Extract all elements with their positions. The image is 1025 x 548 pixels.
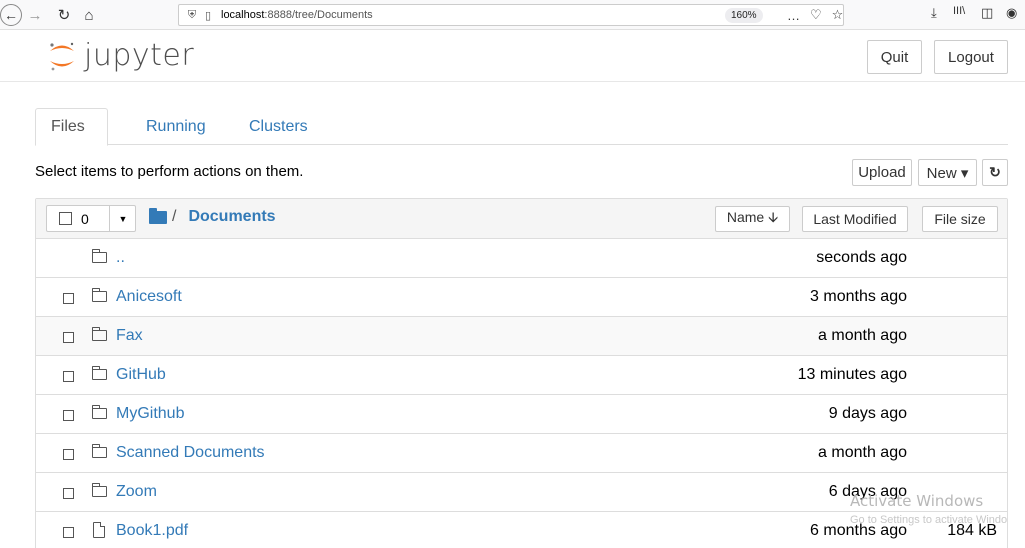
instructions-text: Select items to perform actions on them. <box>35 163 304 180</box>
folder-icon <box>92 444 107 458</box>
sort-by-name-button[interactable]: Name 🡫 <box>715 206 790 232</box>
item-modified: a month ago <box>818 327 907 344</box>
breadcrumb-separator: / <box>172 208 177 225</box>
selected-count: 0 <box>81 210 89 227</box>
zoom-level-badge[interactable]: 160% <box>725 8 763 23</box>
item-checkbox[interactable] <box>63 410 74 421</box>
sort-by-modified-button[interactable]: Last Modified <box>802 206 908 232</box>
sort-by-size-button[interactable]: File size <box>922 206 998 232</box>
item-modified: 13 minutes ago <box>797 366 907 383</box>
file-list-header: 0 ▼ / Documents Name 🡫 Last Modified Fil… <box>36 199 1007 239</box>
list-item[interactable]: Scanned Documents a month ago <box>36 434 1007 473</box>
downloads-icon[interactable]: ⤓ <box>931 5 937 21</box>
item-name-link[interactable]: Zoom <box>116 483 157 501</box>
list-item[interactable]: .. seconds ago <box>36 239 1007 278</box>
select-all-group: 0 ▼ <box>46 205 136 232</box>
folder-icon <box>92 483 107 497</box>
select-all-checkbox[interactable] <box>59 212 72 225</box>
library-icon[interactable]: III\ <box>953 5 965 17</box>
jupyter-logo[interactable]: jupyter <box>48 38 194 73</box>
folder-icon <box>92 366 107 380</box>
tab-files[interactable]: Files <box>35 108 108 146</box>
refresh-icon[interactable]: ↻ <box>982 159 1008 186</box>
folder-icon <box>92 405 107 419</box>
activate-windows-subtitle: Go to Settings to activate Windo <box>850 514 1008 526</box>
item-checkbox[interactable] <box>63 488 74 499</box>
item-name-link[interactable]: Scanned Documents <box>116 444 265 462</box>
item-checkbox[interactable] <box>63 332 74 343</box>
browser-toolbar: ← → ↻ ⌂ ⛨ ▯ localhost:8888/tree/Document… <box>0 0 1025 30</box>
tracking-shield-icon[interactable]: ⛨ <box>183 9 201 22</box>
breadcrumb: / Documents <box>149 207 276 226</box>
item-name-link[interactable]: Book1.pdf <box>116 522 188 540</box>
item-modified: 9 days ago <box>828 405 907 422</box>
address-bar[interactable]: ⛨ ▯ localhost:8888/tree/Documents 160% …… <box>178 4 844 26</box>
new-dropdown-button[interactable]: New ▾ <box>918 159 977 186</box>
account-icon[interactable]: ◉ <box>1006 5 1017 21</box>
url-text: localhost:8888/tree/Documents <box>221 9 373 21</box>
item-name-link[interactable]: GitHub <box>116 366 166 384</box>
item-modified: 3 months ago <box>810 288 907 305</box>
list-item[interactable]: MyGithub 9 days ago <box>36 395 1007 434</box>
jupyter-logo-icon <box>50 42 74 70</box>
list-item[interactable]: Fax a month ago <box>36 317 1007 356</box>
folder-icon[interactable] <box>149 207 167 224</box>
bookmark-star-icon[interactable]: ☆ <box>832 7 844 23</box>
list-item[interactable]: GitHub 13 minutes ago <box>36 356 1007 395</box>
tab-clusters[interactable]: Clusters <box>234 108 323 145</box>
folder-icon <box>92 288 107 302</box>
select-menu-caret-icon[interactable]: ▼ <box>109 206 136 231</box>
file-icon <box>92 522 105 539</box>
home-icon[interactable]: ⌂ <box>80 3 98 27</box>
url-actions: … ♡ ☆ <box>787 5 843 25</box>
item-checkbox[interactable] <box>63 293 74 304</box>
back-arrow-icon[interactable]: ← <box>0 4 22 26</box>
item-checkbox[interactable] <box>63 527 74 538</box>
quit-button[interactable]: Quit <box>867 40 922 74</box>
folder-icon <box>92 249 107 263</box>
item-name-link[interactable]: Fax <box>116 327 143 345</box>
item-checkbox[interactable] <box>63 449 74 460</box>
list-item[interactable]: Anicesoft 3 months ago <box>36 278 1007 317</box>
logo-text: jupyter <box>84 38 195 73</box>
tab-running[interactable]: Running <box>131 108 221 145</box>
tab-bar: Files Running Clusters <box>35 108 1008 146</box>
activate-windows-watermark: Activate Windows <box>850 492 984 510</box>
page-info-icon[interactable]: ▯ <box>201 9 215 22</box>
pocket-icon[interactable]: ♡ <box>810 7 822 23</box>
folder-icon <box>92 327 107 341</box>
sidebar-icon[interactable]: ◫ <box>981 5 993 21</box>
reload-icon[interactable]: ↻ <box>55 3 73 27</box>
item-name-link[interactable]: .. <box>116 249 125 267</box>
item-checkbox[interactable] <box>63 371 74 382</box>
jupyter-header: jupyter Quit Logout <box>0 30 1025 82</box>
upload-button[interactable]: Upload <box>852 159 912 186</box>
item-modified: seconds ago <box>816 249 907 266</box>
breadcrumb-current-dir[interactable]: Documents <box>188 208 275 226</box>
logout-button[interactable]: Logout <box>934 40 1008 74</box>
forward-arrow-icon[interactable]: → <box>26 3 44 27</box>
page-actions-icon[interactable]: … <box>787 8 800 23</box>
item-name-link[interactable]: MyGithub <box>116 405 184 423</box>
item-modified: a month ago <box>818 444 907 461</box>
item-name-link[interactable]: Anicesoft <box>116 288 182 306</box>
